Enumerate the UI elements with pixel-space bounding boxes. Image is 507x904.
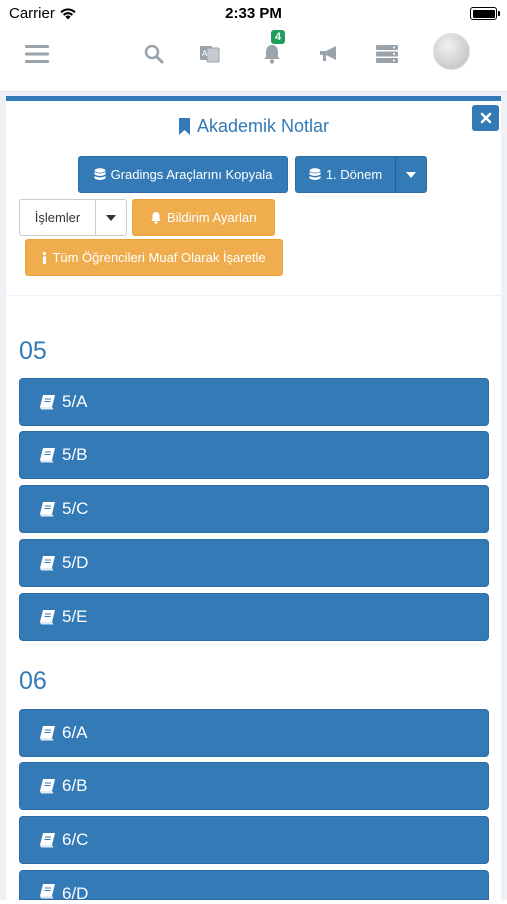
notification-settings-label: Bildirim Ayarları [166,210,258,225]
grade-heading: 05 [19,337,47,365]
class-item-5d[interactable]: 5/D [19,539,489,587]
class-item-6b[interactable]: 6/B [19,762,489,810]
term-select-label: 1. Dönem [325,167,383,182]
term-select-button[interactable]: 1. Dönem [295,156,396,193]
top-navigation: A 4 [0,28,507,92]
class-label: 5/B [62,445,88,464]
notification-badge: 4 [271,30,286,44]
translate-icon[interactable]: A [195,40,225,68]
book-icon [40,447,55,462]
database-icon [94,167,106,182]
class-item-6d[interactable]: 6/D [19,870,489,903]
caret-down-icon [106,214,116,221]
class-label: 6/B [62,776,88,795]
mark-all-exempt-button[interactable]: Tüm Öğrencileri Muaf Olarak İşaretle [25,239,283,276]
bell-icon [150,211,162,224]
class-item-6c[interactable]: 6/C [19,816,489,864]
search-icon[interactable] [139,40,169,68]
svg-text:A: A [202,49,208,58]
copy-gradings-label: Gradings Araçlarını Kopyala [110,167,273,182]
page-title: Akademik Notlar [0,116,507,137]
notification-settings-button[interactable]: Bildirim Ayarları [132,199,275,236]
page-title-text: Akademik Notlar [196,116,330,136]
divider [6,295,501,296]
actions-dropdown-label: İşlemler [34,210,81,225]
class-item-6a[interactable]: 6/A [19,709,489,757]
class-label: 6/C [62,830,89,849]
book-icon [40,832,55,847]
class-label: 5/A [62,392,88,411]
mark-all-exempt-label: Tüm Öğrencileri Muaf Olarak İşaretle [52,250,266,265]
grade-heading: 06 [19,667,47,695]
caret-down-icon [406,171,416,178]
class-item-5a[interactable]: 5/A [19,378,489,426]
class-item-5b[interactable]: 5/B [19,431,489,479]
hamburger-icon[interactable] [22,40,52,68]
database-icon [309,167,321,182]
actions-dropdown-toggle[interactable] [95,199,127,236]
class-label: 6/D [62,884,89,903]
battery-icon [470,7,500,20]
book-icon [40,501,55,516]
status-bar: Carrier 2:33 PM [0,0,507,28]
book-icon [40,725,55,740]
class-label: 5/D [62,553,89,572]
info-icon [42,251,47,264]
actions-dropdown-button[interactable]: İşlemler [19,199,96,236]
book-icon [40,555,55,570]
class-label: 6/A [62,723,88,742]
class-label: 5/E [62,607,88,626]
class-item-5e[interactable]: 5/E [19,593,489,641]
book-icon [40,609,55,624]
bookmark-icon [178,118,190,135]
book-icon [40,394,55,409]
avatar[interactable] [433,33,470,70]
server-icon[interactable] [372,40,402,68]
class-label: 5/C [62,499,89,518]
term-dropdown-toggle[interactable] [395,156,427,193]
class-item-5c[interactable]: 5/C [19,485,489,533]
book-icon [40,884,55,899]
clock: 2:33 PM [225,5,282,22]
copy-gradings-button[interactable]: Gradings Araçlarını Kopyala [78,156,288,193]
book-icon [40,778,55,793]
bell-icon[interactable] [257,40,287,68]
megaphone-icon[interactable] [314,40,344,68]
